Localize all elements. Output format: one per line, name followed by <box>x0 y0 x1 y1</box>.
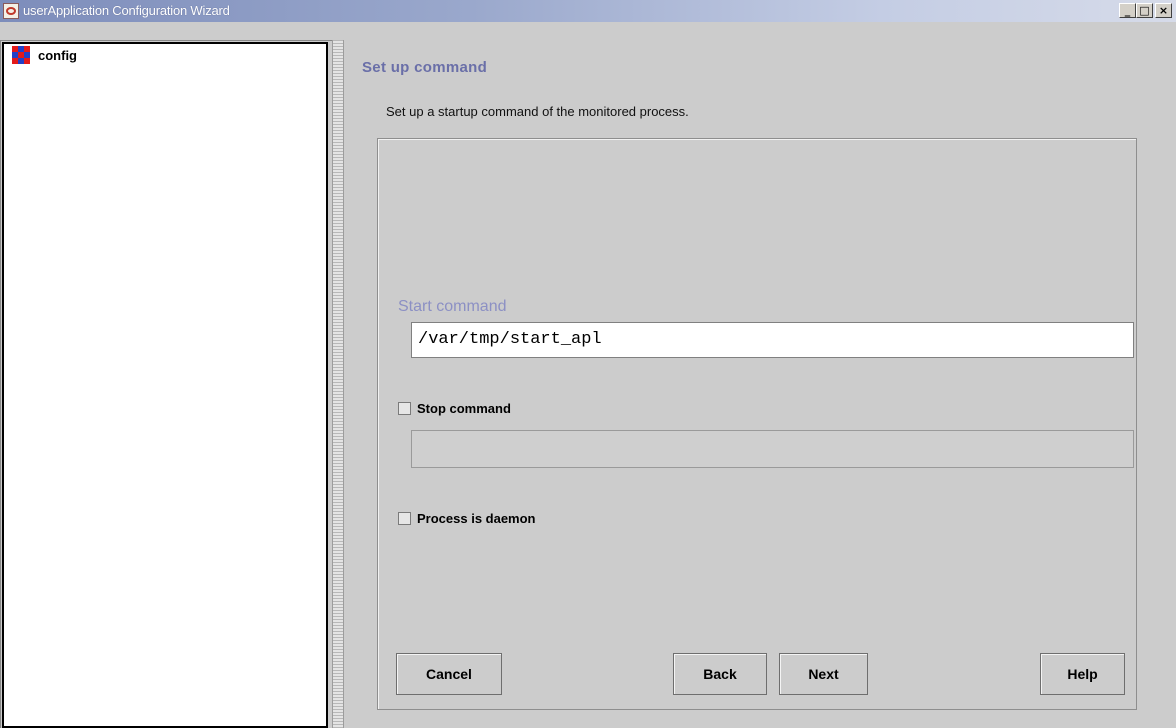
page-description: Set up a startup command of the monitore… <box>386 104 689 119</box>
pane-splitter[interactable] <box>332 40 344 728</box>
tree-node-label: config <box>38 47 77 63</box>
daemon-checkbox[interactable] <box>398 512 411 525</box>
app-icon <box>3 3 19 19</box>
stop-command-label: Stop command <box>417 401 511 416</box>
start-command-input[interactable]: /var/tmp/start_apl <box>411 322 1134 358</box>
title-bar[interactable]: userApplication Configuration Wizard _ □… <box>0 0 1176 22</box>
stop-command-checkbox[interactable] <box>398 402 411 415</box>
stop-command-input[interactable] <box>411 430 1134 468</box>
next-button[interactable]: Next <box>779 653 868 695</box>
stop-command-option[interactable]: Stop command <box>398 401 511 416</box>
window-title: userApplication Configuration Wizard <box>23 3 230 18</box>
config-node-icon <box>12 46 34 64</box>
daemon-option[interactable]: Process is daemon <box>398 511 536 526</box>
close-button[interactable]: × <box>1155 3 1172 18</box>
start-command-label: Start command <box>398 298 507 315</box>
wizard-content: Set up command Set up a startup command … <box>344 40 1176 728</box>
wizard-window: userApplication Configuration Wizard _ □… <box>0 0 1176 728</box>
cancel-button[interactable]: Cancel <box>396 653 502 695</box>
tree-node-config[interactable]: config <box>12 46 77 64</box>
back-button[interactable]: Back <box>673 653 767 695</box>
tree-pane[interactable] <box>2 42 328 728</box>
command-form-panel: Start command /var/tmp/start_apl Stop co… <box>377 138 1137 710</box>
help-button[interactable]: Help <box>1040 653 1125 695</box>
minimize-button[interactable]: _ <box>1119 3 1136 18</box>
window-controls: _ □ × <box>1119 3 1172 19</box>
page-title: Set up command <box>362 59 488 76</box>
daemon-label: Process is daemon <box>417 511 536 526</box>
maximize-button[interactable]: □ <box>1136 3 1153 18</box>
